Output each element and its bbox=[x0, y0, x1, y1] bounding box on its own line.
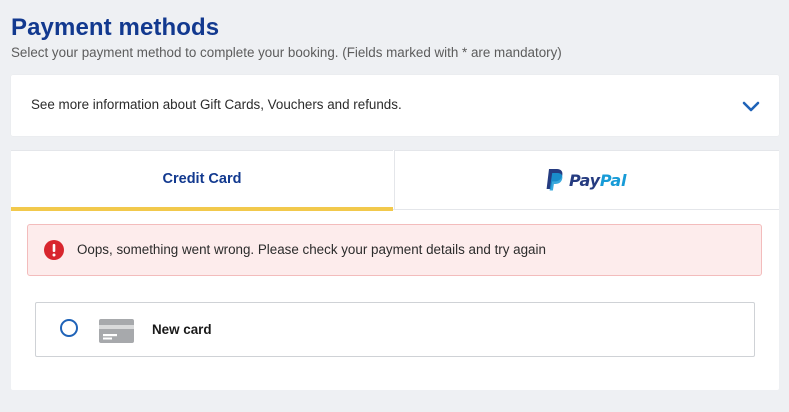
paypal-logo: PayPal bbox=[545, 167, 626, 193]
new-card-label: New card bbox=[152, 322, 212, 337]
new-card-option[interactable]: New card bbox=[35, 302, 755, 357]
error-message: Oops, something went wrong. Please check… bbox=[77, 242, 546, 257]
error-alert: Oops, something went wrong. Please check… bbox=[27, 224, 762, 276]
gift-card-info-accordion[interactable]: See more information about Gift Cards, V… bbox=[11, 75, 779, 136]
paypal-logo-pal: Pal bbox=[599, 170, 627, 190]
new-card-radio[interactable] bbox=[60, 319, 78, 337]
payment-panel: Credit Card PayPal Oops, something went … bbox=[11, 150, 779, 390]
tab-paypal[interactable]: PayPal bbox=[394, 150, 779, 209]
tab-credit-card[interactable]: Credit Card bbox=[11, 150, 393, 211]
page-subtitle: Select your payment method to complete y… bbox=[11, 45, 562, 60]
chevron-down-icon[interactable] bbox=[741, 96, 761, 116]
paypal-p-icon bbox=[546, 169, 563, 191]
credit-card-icon bbox=[99, 319, 134, 343]
gift-card-info-text: See more information about Gift Cards, V… bbox=[31, 97, 402, 112]
page-title: Payment methods bbox=[11, 14, 220, 41]
paypal-logo-pay: Pay bbox=[569, 170, 600, 190]
error-icon bbox=[44, 240, 64, 260]
payment-tabs: Credit Card PayPal bbox=[11, 150, 779, 211]
tab-credit-card-label: Credit Card bbox=[162, 171, 242, 187]
